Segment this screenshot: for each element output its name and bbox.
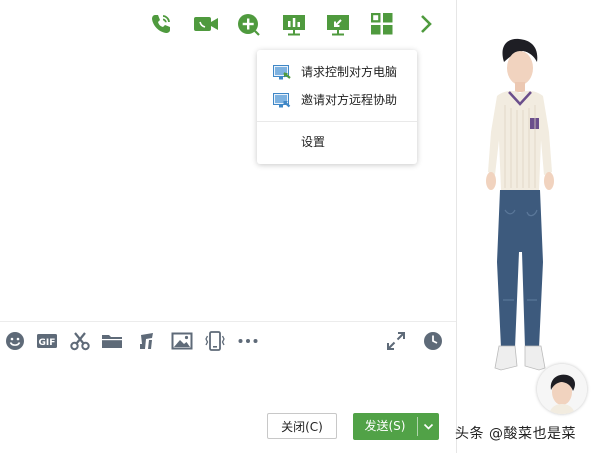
- video-camera-icon[interactable]: [192, 10, 220, 38]
- send-button-label: 发送(S): [364, 419, 406, 433]
- menu-item-label: 请求控制对方电脑: [301, 65, 398, 79]
- menu-item-invite-assist[interactable]: 邀请对方远程协助: [257, 87, 417, 113]
- gif-icon[interactable]: GIF: [36, 330, 58, 352]
- emoji-icon[interactable]: [4, 330, 26, 352]
- menu-item-request-control[interactable]: 请求控制对方电脑: [257, 59, 417, 85]
- close-button[interactable]: 关闭(C): [267, 413, 337, 439]
- chevron-down-icon[interactable]: [418, 413, 439, 440]
- shake-icon[interactable]: [204, 330, 226, 352]
- svg-text:GIF: GIF: [39, 338, 56, 348]
- menu-item-settings[interactable]: 设置: [257, 129, 417, 155]
- remote-screen-icon[interactable]: [324, 10, 352, 38]
- menu-item-label: 邀请对方远程协助: [301, 93, 398, 107]
- input-divider: [0, 321, 456, 322]
- chevron-right-icon[interactable]: [412, 10, 440, 38]
- chat-area: 请求控制对方电脑 邀请对方远程协助 设置 GIF 关闭(C) 发送(S): [0, 0, 456, 453]
- expand-icon[interactable]: [385, 330, 407, 352]
- menu-item-label: 设置: [301, 135, 326, 149]
- more-dots-icon[interactable]: [237, 330, 259, 352]
- phone-icon[interactable]: [147, 10, 175, 38]
- music-note-icon[interactable]: [136, 330, 158, 352]
- scissors-icon[interactable]: [69, 330, 91, 352]
- plus-circle-icon[interactable]: [235, 10, 263, 38]
- folder-icon[interactable]: [101, 330, 123, 352]
- grid-icon[interactable]: [368, 10, 396, 38]
- image-icon[interactable]: [171, 330, 193, 352]
- remote-assist-menu: 请求控制对方电脑 邀请对方远程协助 设置: [257, 50, 417, 164]
- invite-assist-icon: [273, 92, 291, 108]
- presentation-icon[interactable]: [280, 10, 308, 38]
- request-control-icon: [273, 64, 291, 80]
- avatar[interactable]: [537, 364, 587, 414]
- history-clock-icon[interactable]: [422, 330, 444, 352]
- menu-divider: [257, 121, 417, 122]
- watermark-text: 头条 @酸菜也是菜: [455, 426, 576, 442]
- send-button[interactable]: 发送(S): [353, 413, 439, 440]
